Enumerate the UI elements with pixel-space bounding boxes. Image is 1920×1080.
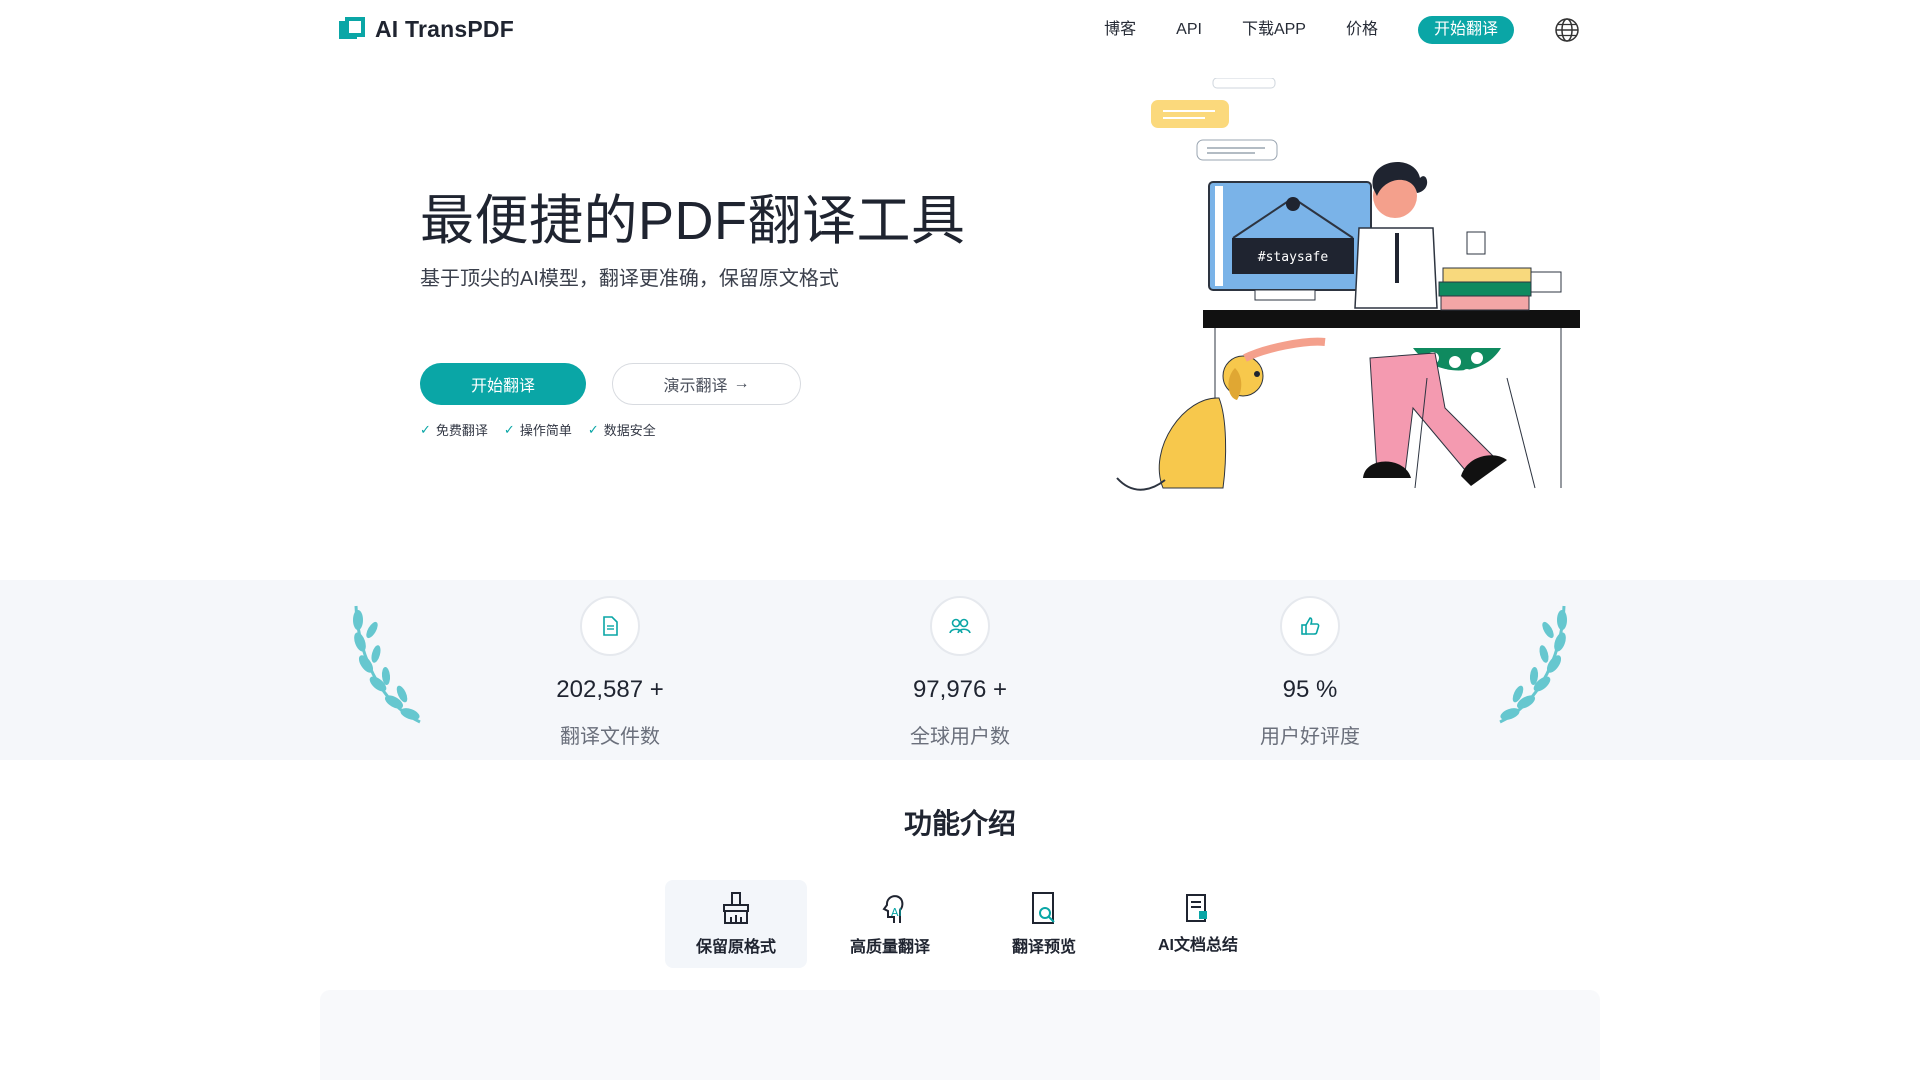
tab-label: 翻译预览 bbox=[1011, 939, 1076, 956]
document-icon bbox=[580, 596, 640, 656]
badge-label: 数据安全 bbox=[603, 423, 656, 438]
badge-easy: ✓ 操作简单 bbox=[504, 420, 572, 439]
hero-title: 最便捷的PDF翻译工具 bbox=[420, 191, 966, 251]
nav-download-app[interactable]: 下载APP bbox=[1242, 16, 1306, 44]
tab-keep-format[interactable]: 保留原格式 bbox=[665, 880, 807, 968]
badge-label: 操作简单 bbox=[519, 423, 572, 438]
brush-icon bbox=[723, 892, 749, 924]
thumbs-up-icon bbox=[1280, 596, 1340, 656]
tab-label: 高质量翻译 bbox=[849, 939, 930, 956]
laurel-left-icon bbox=[353, 605, 421, 724]
nav-blog[interactable]: 博客 bbox=[1104, 16, 1136, 44]
stat-rating: 95 % 用户好评度 bbox=[1190, 596, 1430, 749]
stat-value: 95 % bbox=[1282, 676, 1338, 703]
stat-files: 202,587 + 翻译文件数 bbox=[490, 596, 730, 749]
tab-ai-summary[interactable]: AI文档总结 bbox=[1127, 880, 1269, 968]
demo-translate-label: 演示翻译 bbox=[663, 378, 728, 395]
tab-high-quality[interactable]: AI 高质量翻译 bbox=[819, 880, 961, 968]
start-translate-button[interactable]: 开始翻译 bbox=[420, 363, 586, 405]
svg-text:AI: AI bbox=[891, 906, 902, 919]
top-header: AI TransPDF 博客 API 下载APP 价格 开始翻译 bbox=[0, 0, 1920, 62]
stat-label: 全球用户数 bbox=[910, 726, 1010, 748]
features-title: 功能介绍 bbox=[903, 808, 1016, 839]
badge-secure: ✓ 数据安全 bbox=[588, 420, 656, 439]
summary-icon bbox=[1186, 894, 1207, 922]
check-icon: ✓ bbox=[420, 421, 431, 437]
stat-value: 202,587 + bbox=[556, 676, 664, 703]
preview-icon bbox=[1032, 892, 1055, 924]
laurel-right-icon bbox=[1499, 605, 1567, 724]
feature-panel bbox=[320, 990, 1600, 1080]
logo[interactable]: AI TransPDF bbox=[339, 16, 514, 43]
hero-badges: ✓ 免费翻译 ✓ 操作简单 ✓ 数据安全 bbox=[420, 420, 656, 439]
tab-label: 保留原格式 bbox=[695, 939, 776, 956]
tab-label: AI文档总结 bbox=[1157, 937, 1238, 954]
badge-label: 免费翻译 bbox=[435, 423, 488, 438]
globe-icon[interactable] bbox=[1554, 17, 1580, 43]
users-icon bbox=[930, 596, 990, 656]
stat-value: 97,976 + bbox=[912, 676, 1008, 703]
badge-free: ✓ 免费翻译 bbox=[420, 420, 488, 439]
ai-head-icon: AI bbox=[882, 895, 904, 923]
stat-users: 97,976 + 全球用户数 bbox=[840, 596, 1080, 749]
staysafe-sign-text: #staysafe bbox=[1258, 250, 1329, 265]
stat-label: 用户好评度 bbox=[1260, 726, 1360, 748]
logo-mark-icon bbox=[339, 16, 365, 43]
hero-illustration: #staysafe bbox=[1116, 78, 1580, 491]
hero-subtitle: 基于顶尖的AI模型，翻译更准确，保留原文格式 bbox=[420, 268, 839, 290]
main-nav: 博客 API 下载APP 价格 开始翻译 bbox=[1064, 16, 1580, 44]
stat-label: 翻译文件数 bbox=[560, 726, 660, 748]
nav-start-translate-button[interactable]: 开始翻译 bbox=[1417, 16, 1514, 44]
feature-tabs: 保留原格式 AI 高质量翻译 翻译预览 AI文档总结 bbox=[665, 880, 1269, 968]
logo-text: AI TransPDF bbox=[375, 16, 514, 42]
nav-pricing[interactable]: 价格 bbox=[1346, 16, 1378, 44]
nav-api[interactable]: API bbox=[1176, 16, 1202, 44]
demo-translate-button[interactable]: 演示翻译 → bbox=[612, 363, 801, 405]
arrow-right-icon: → bbox=[733, 375, 750, 392]
check-icon: ✓ bbox=[503, 421, 515, 437]
tab-preview[interactable]: 翻译预览 bbox=[973, 880, 1115, 968]
check-icon: ✓ bbox=[587, 421, 599, 437]
